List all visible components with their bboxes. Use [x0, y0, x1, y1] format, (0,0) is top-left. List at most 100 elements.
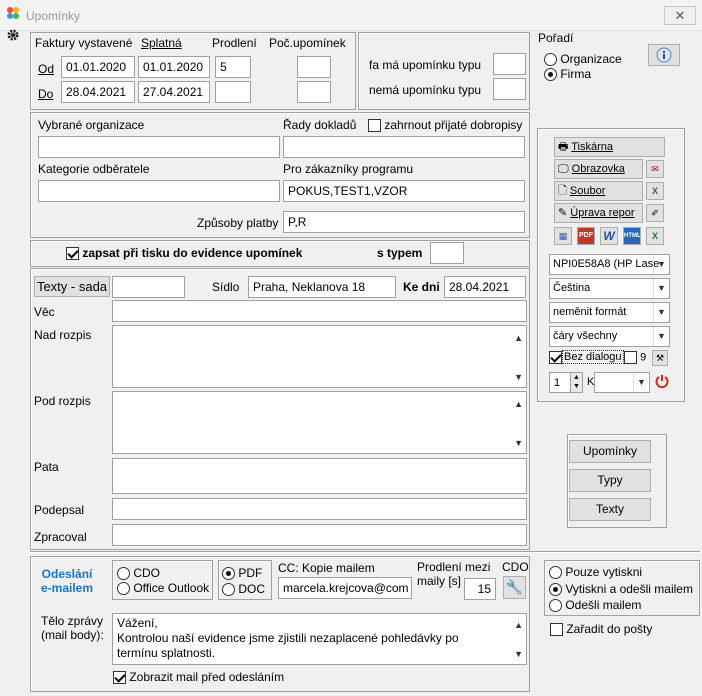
to-due-input[interactable]: 27.04.2021: [138, 81, 210, 103]
program-customers-input[interactable]: POKUS,TEST1,VZOR: [283, 180, 525, 202]
lines-select[interactable]: čáry všechny ▼: [549, 326, 670, 347]
pdf-export-icon[interactable]: PDF: [577, 227, 595, 245]
from-extension-input[interactable]: 5: [215, 56, 251, 78]
order-radio-firma[interactable]: Firma: [544, 67, 591, 82]
as-of-date-input[interactable]: 28.04.2021: [444, 276, 526, 298]
from-issued-input[interactable]: 01.01.2020: [61, 56, 135, 78]
no-reminder-type-input[interactable]: [493, 78, 526, 100]
settings-tool-icon[interactable]: ⚒: [652, 350, 668, 366]
radio-print-only[interactable]: Pouze vytiskni: [549, 565, 642, 580]
label-has-reminder: fa má upomínku typu: [369, 58, 482, 72]
power-icon[interactable]: [654, 373, 670, 389]
record-checkbox[interactable]: zapsat při tisku do evidence upomínek: [66, 246, 302, 261]
seat-input[interactable]: Praha, Neklanova 18: [248, 276, 396, 298]
copies-stepper[interactable]: ▲ ▼: [570, 372, 583, 393]
email-target-icon[interactable]: ✉: [646, 160, 664, 178]
radio-print-and-send[interactable]: Vytiskni a odešli mailem: [549, 582, 693, 597]
word-export-icon[interactable]: W: [600, 227, 618, 245]
label-below-list: Pod rozpis: [34, 394, 91, 408]
file-icon: 🗋: [558, 185, 567, 197]
below-list-textarea[interactable]: ▲ ▼: [112, 391, 527, 454]
radio-doc[interactable]: DOC: [222, 582, 265, 597]
label-from: Od: [38, 62, 55, 76]
scroll-up-icon[interactable]: ▲: [514, 396, 523, 412]
scroll-up-icon[interactable]: ▲: [514, 618, 523, 633]
label-signed: Podepsal: [34, 503, 85, 517]
edit-tool-icon[interactable]: ✐: [646, 204, 664, 222]
label-above-list: Nad rozpis: [34, 328, 92, 342]
to-extension-input[interactable]: [215, 81, 251, 103]
label-processed: Zpracoval: [34, 530, 87, 544]
radio-outlook[interactable]: Office Outlook: [117, 581, 209, 596]
radio-pdf[interactable]: PDF: [222, 566, 262, 581]
scroll-down-icon[interactable]: ▼: [514, 647, 523, 662]
has-reminder-type-input[interactable]: [493, 53, 526, 75]
add-to-mail-checkbox[interactable]: Zařadit do pošty: [550, 622, 652, 637]
cdo-settings-button[interactable]: 🔧: [503, 576, 526, 599]
text-set-button[interactable]: Texty - sada: [34, 276, 110, 297]
info-button[interactable]: [648, 44, 680, 66]
payment-methods-input[interactable]: P,R: [283, 211, 525, 233]
mail-delay-input[interactable]: 15: [464, 578, 496, 600]
order-radio-organizace[interactable]: Organizace: [544, 52, 622, 67]
doc-series-input[interactable]: [283, 136, 525, 158]
excel-icon[interactable]: X: [646, 182, 664, 200]
gear-icon[interactable]: [6, 28, 20, 42]
processed-input[interactable]: [112, 524, 527, 546]
copies-input[interactable]: 1: [549, 372, 571, 393]
from-due-input[interactable]: 01.01.2020: [138, 56, 210, 78]
html-export-icon[interactable]: HTML: [623, 227, 641, 245]
scroll-down-icon[interactable]: ▼: [514, 435, 523, 451]
no-dialog-checkbox[interactable]: Bez dialogu: [549, 350, 624, 365]
types-button[interactable]: Typy: [569, 469, 651, 492]
chevron-down-icon: ▼: [633, 373, 649, 392]
extra-checkbox[interactable]: 9: [624, 351, 646, 364]
label-category: Kategorie odběratele: [38, 162, 150, 176]
mail-body-textarea[interactable]: Vážení, Kontrolou naší evidence jsme zji…: [112, 613, 527, 665]
chevron-down-icon: ▼: [653, 279, 669, 298]
record-type-input[interactable]: [430, 242, 464, 264]
screen-button[interactable]: 🖵 Obrazovka: [554, 159, 643, 179]
radio-send-only[interactable]: Odešli mailem: [549, 598, 641, 613]
close-button[interactable]: ✕: [664, 6, 696, 25]
excel-export-icon[interactable]: X: [646, 227, 664, 245]
to-reminders-input[interactable]: [297, 81, 331, 103]
footer-input[interactable]: [112, 458, 527, 494]
scroll-down-icon[interactable]: ▼: [514, 369, 523, 385]
selected-orgs-input[interactable]: [38, 136, 280, 158]
monitor-icon: 🖵: [558, 163, 569, 175]
scroll-up-icon[interactable]: ▲: [514, 330, 523, 346]
subject-input[interactable]: [112, 300, 527, 322]
to-issued-input[interactable]: 28.04.2021: [61, 81, 135, 103]
file-button[interactable]: 🗋 Soubor: [554, 181, 643, 201]
info-icon: [656, 47, 672, 63]
email-separator: [30, 551, 700, 553]
above-list-textarea[interactable]: ▲ ▼: [112, 325, 527, 388]
printer-select[interactable]: NPI0E58A8 (HP Lase ▼: [549, 254, 670, 275]
format-select[interactable]: neměnit formát ▼: [549, 302, 670, 323]
label-issued: Faktury vystavené: [35, 36, 133, 50]
wand-icon: ✎: [558, 207, 568, 219]
texts-button[interactable]: Texty: [569, 498, 651, 521]
label-subject: Věc: [34, 305, 55, 319]
cc-email-input[interactable]: marcela.krejcova@com: [278, 577, 412, 599]
email-section-label: Odeslání e-mailem: [41, 567, 94, 595]
chevron-down-icon: ▼: [653, 303, 669, 322]
label-to: Do: [38, 87, 54, 101]
signed-input[interactable]: [112, 498, 527, 520]
include-credit-checkbox[interactable]: zahrnout přijaté dobropisy: [368, 118, 522, 133]
label-doc-series: Řady dokladů: [283, 118, 357, 132]
table-export-icon[interactable]: ▦: [554, 227, 572, 245]
text-set-input[interactable]: [112, 276, 185, 298]
edit-report-button[interactable]: ✎ Úprava repor: [554, 203, 643, 223]
label-footer: Pata: [34, 460, 59, 474]
category-input[interactable]: [38, 180, 280, 202]
reminders-button[interactable]: Upomínky: [569, 440, 651, 463]
language-select[interactable]: Čeština ▼: [549, 278, 670, 299]
label-as-of: Ke dni: [403, 280, 440, 294]
copies-select[interactable]: ▼: [594, 372, 650, 393]
printer-button[interactable]: 🖶 Tiskárna: [554, 137, 665, 157]
from-reminders-input[interactable]: [297, 56, 331, 78]
radio-cdo[interactable]: CDO: [117, 566, 160, 581]
show-before-send-checkbox[interactable]: Zobrazit mail před odesláním: [113, 670, 284, 685]
